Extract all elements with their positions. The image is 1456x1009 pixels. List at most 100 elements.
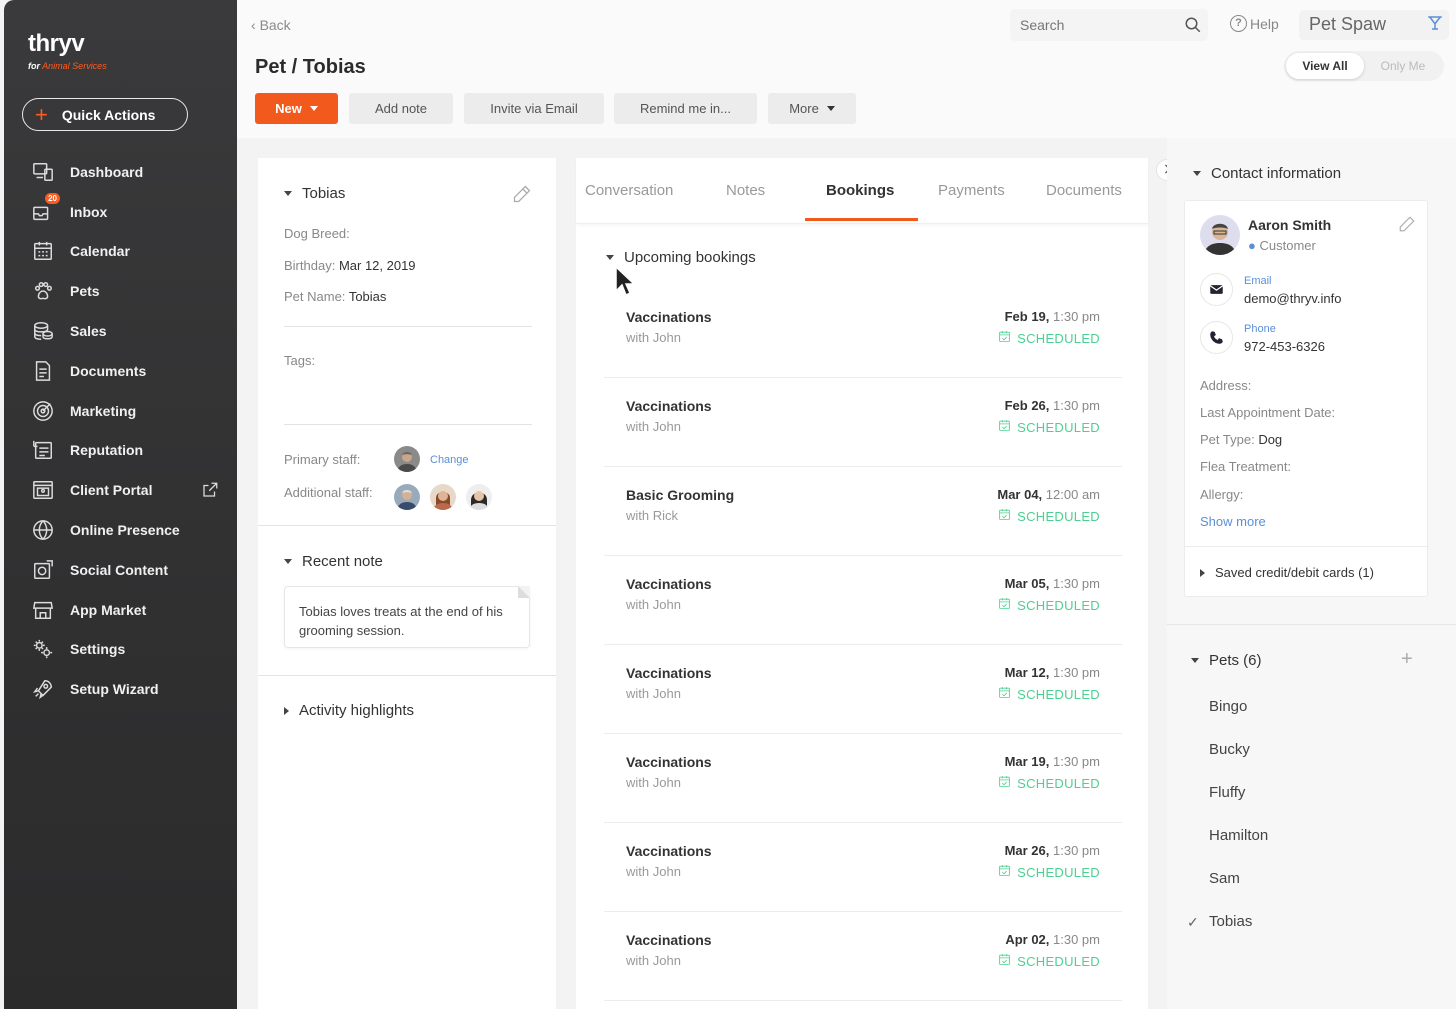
avatar[interactable] xyxy=(1200,215,1240,255)
external-link-icon[interactable] xyxy=(201,481,219,499)
booking-row[interactable]: Basic Grooming with Rick Mar 04, 12:00 am S… xyxy=(604,467,1122,556)
new-button[interactable]: New xyxy=(255,93,338,124)
booking-row[interactable]: Vaccinations with John Mar 26, 1:30 pm SCHE… xyxy=(604,823,1122,912)
pet-list-item[interactable]: Hamilton xyxy=(1209,827,1268,844)
booking-staff: with John xyxy=(626,419,681,434)
caret-right-icon xyxy=(284,706,289,715)
sidebar-item-reputation[interactable]: Reputation xyxy=(4,431,237,471)
upcoming-bookings-header[interactable]: Upcoming bookings xyxy=(606,249,756,266)
sidebar-item-marketing[interactable]: Marketing xyxy=(4,391,237,431)
active-tab-indicator xyxy=(805,218,918,221)
help-icon: ? xyxy=(1230,15,1247,32)
only-me-option[interactable]: Only Me xyxy=(1364,53,1442,79)
email-value[interactable]: demo@thryv.info xyxy=(1244,291,1342,306)
tab-notes[interactable]: Notes xyxy=(726,182,765,199)
pet-list-item[interactable]: Tobias xyxy=(1209,913,1252,930)
thryv-logo[interactable]: thryv xyxy=(28,30,85,58)
contact-name[interactable]: Aaron Smith xyxy=(1248,217,1331,233)
booking-service: Vaccinations xyxy=(626,754,712,770)
sidebar-item-documents[interactable]: Documents xyxy=(4,351,237,391)
quick-actions-button[interactable]: + Quick Actions xyxy=(22,98,188,131)
calendar-check-icon xyxy=(998,953,1011,969)
last-appointment-field: Last Appointment Date: xyxy=(1200,405,1336,420)
phone-icon[interactable] xyxy=(1200,321,1233,354)
booking-row[interactable]: Vaccinations with John Apr 02, 1:30 pm SCHE… xyxy=(604,912,1122,1001)
tab-payments[interactable]: Payments xyxy=(938,182,1005,199)
sidebar-item-client-portal[interactable]: Client Portal xyxy=(4,470,237,510)
person-icon: ● xyxy=(1248,238,1256,253)
add-pet-icon[interactable]: + xyxy=(1401,648,1413,671)
pet-name-field: Pet Name: Tobias xyxy=(284,289,387,304)
tab-documents[interactable]: Documents xyxy=(1046,182,1122,199)
tab-bookings[interactable]: Bookings xyxy=(826,182,894,199)
booking-row[interactable]: Vaccinations with John Feb 26, 1:30 pm SCHE… xyxy=(604,378,1122,467)
caret-down-icon xyxy=(1191,658,1199,663)
sidebar-item-online-presence[interactable]: Online Presence xyxy=(4,510,237,550)
plus-icon: + xyxy=(35,101,48,127)
edit-pencil-icon[interactable] xyxy=(1398,215,1416,236)
pet-list-item[interactable]: Bingo xyxy=(1209,698,1247,715)
pet-list-item[interactable]: Bucky xyxy=(1209,741,1250,758)
booking-datetime: Mar 05, 1:30 pm xyxy=(1004,576,1100,591)
search-input[interactable] xyxy=(1020,17,1180,33)
contact-info-header[interactable]: Contact information xyxy=(1193,165,1341,182)
avatar[interactable] xyxy=(466,484,492,510)
search-icon[interactable] xyxy=(1184,16,1202,37)
add-note-button[interactable]: Add note xyxy=(349,93,453,124)
booking-row[interactable]: Vaccinations with John Mar 19, 1:30 pm SCHE… xyxy=(604,734,1122,823)
pet-list-item[interactable]: Sam xyxy=(1209,870,1240,887)
logo-subtitle: for Animal Services xyxy=(28,61,107,71)
sidebar-item-setup-wizard[interactable]: Setup Wizard xyxy=(4,669,237,709)
recent-note-header[interactable]: Recent note xyxy=(284,553,383,570)
saved-cards-toggle[interactable]: Saved credit/debit cards (1) xyxy=(1200,565,1374,580)
view-all-option[interactable]: View All xyxy=(1286,53,1364,79)
remind-me-button[interactable]: Remind me in... xyxy=(614,93,757,124)
booking-row[interactable]: Vaccinations with John Mar 12, 1:30 pm SCHE… xyxy=(604,645,1122,734)
avatar[interactable] xyxy=(394,446,420,472)
pet-type-field: Pet Type: Dog xyxy=(1200,432,1283,447)
tab-conversation[interactable]: Conversation xyxy=(585,182,673,199)
invite-email-button[interactable]: Invite via Email xyxy=(464,93,604,124)
sidebar-item-app-market[interactable]: App Market xyxy=(4,590,237,630)
booking-staff: with John xyxy=(626,330,681,345)
email-icon[interactable] xyxy=(1200,273,1233,306)
phone-label: Phone xyxy=(1244,323,1276,335)
avatar[interactable] xyxy=(394,484,420,510)
sidebar-item-settings[interactable]: Settings xyxy=(4,630,237,670)
pets-list-header[interactable]: Pets (6) xyxy=(1191,652,1262,669)
sidebar-item-social-content[interactable]: Social Content xyxy=(4,550,237,590)
sidebar-item-inbox[interactable]: 20 Inbox xyxy=(4,192,237,232)
calendar-check-icon xyxy=(998,419,1011,435)
sidebar-item-pets[interactable]: Pets xyxy=(4,271,237,311)
pet-section-header[interactable]: Tobias xyxy=(284,185,345,202)
booking-status: SCHEDULED xyxy=(998,419,1100,435)
contact-sidebar: Contact information Aaron Smith ● Custom… xyxy=(1167,138,1456,1009)
address-field: Address: xyxy=(1200,378,1252,393)
edit-pencil-icon[interactable] xyxy=(512,184,532,207)
calendar-check-icon xyxy=(998,864,1011,880)
calendar-check-icon xyxy=(998,597,1011,613)
help-link[interactable]: ? Help xyxy=(1230,15,1279,32)
sidebar-item-sales[interactable]: Sales xyxy=(4,311,237,351)
booking-row[interactable]: Vaccinations with John Feb 19, 1:30 pm SCHE… xyxy=(604,289,1122,378)
avatar[interactable] xyxy=(430,484,456,510)
pet-list-item[interactable]: Fluffy xyxy=(1209,784,1245,801)
email-label: Email xyxy=(1244,275,1272,287)
booking-service: Vaccinations xyxy=(626,576,712,592)
booking-row[interactable]: Vaccinations with John Mar 05, 1:30 pm SCHE… xyxy=(604,556,1122,645)
more-button[interactable]: More xyxy=(768,93,856,124)
caret-down-icon xyxy=(606,255,614,260)
change-staff-link[interactable]: Change xyxy=(430,454,469,466)
phone-value[interactable]: 972-453-6326 xyxy=(1244,339,1325,354)
caret-down-icon xyxy=(826,106,835,111)
sidebar-item-dashboard[interactable]: Dashboard xyxy=(4,152,237,192)
caret-down-icon xyxy=(284,191,292,196)
back-link[interactable]: ‹ Back xyxy=(251,17,291,33)
allergy-field: Allergy: xyxy=(1200,487,1244,502)
sidebar-item-calendar[interactable]: Calendar xyxy=(4,232,237,272)
recent-note-card[interactable]: Tobias loves treats at the end of his gr… xyxy=(284,586,530,648)
dog-breed-field: Dog Breed: xyxy=(284,226,350,241)
booking-service: Vaccinations xyxy=(626,843,712,859)
show-more-link[interactable]: Show more xyxy=(1200,514,1266,529)
activity-highlights-header[interactable]: Activity highlights xyxy=(284,702,414,719)
